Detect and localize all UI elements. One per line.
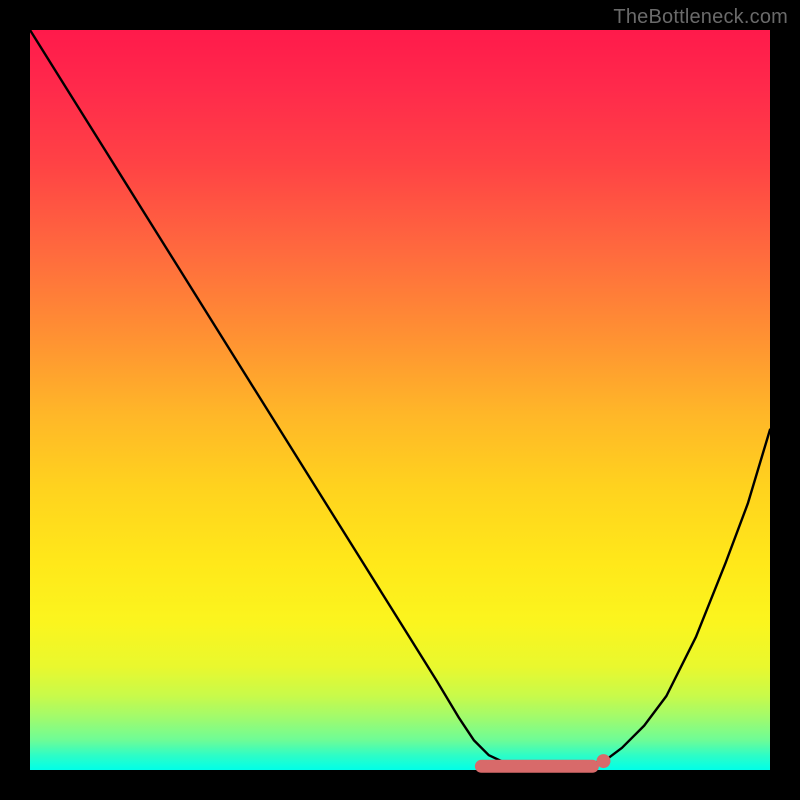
- plot-area: [30, 30, 770, 770]
- highlight-dot: [597, 754, 611, 768]
- chart-frame: TheBottleneck.com: [0, 0, 800, 800]
- bottleneck-curve-path: [30, 30, 770, 768]
- curve-svg: [30, 30, 770, 770]
- watermark-text: TheBottleneck.com: [613, 6, 788, 29]
